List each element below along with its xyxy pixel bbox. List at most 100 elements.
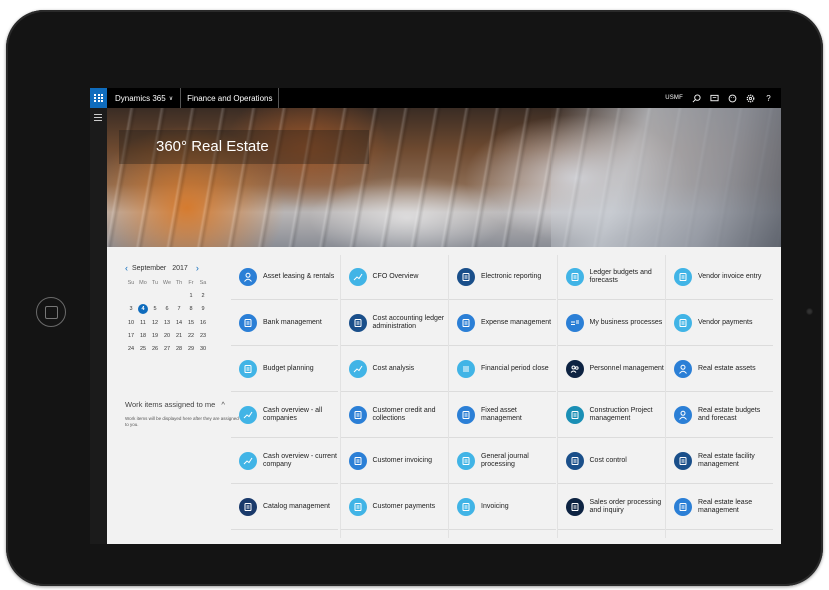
tile-customer-credit-and-collections[interactable]: Customer credit and collections xyxy=(340,393,448,438)
gear-icon[interactable] xyxy=(746,94,755,103)
calendar-day[interactable]: 7 xyxy=(173,305,185,313)
calendar-day[interactable]: 5 xyxy=(149,305,161,313)
calendar-day[interactable]: 15 xyxy=(185,319,197,327)
weekday-label: Su xyxy=(127,280,135,286)
calendar-day[interactable]: 16 xyxy=(197,319,209,327)
tile-vendor-invoice-entry[interactable]: Vendor invoice entry xyxy=(666,255,773,300)
tile-customer-invoicing[interactable]: Customer invoicing xyxy=(340,439,448,484)
lease-icon xyxy=(674,498,692,516)
tile-vendor-payments[interactable]: Vendor payments xyxy=(666,301,773,346)
work-items-header[interactable]: Work items assigned to me ^ xyxy=(125,400,225,409)
module-name[interactable]: Finance and Operations xyxy=(181,88,280,108)
calendar-day[interactable]: 27 xyxy=(161,345,173,353)
list-icon xyxy=(457,360,475,378)
tile-catalog-management[interactable]: Catalog management xyxy=(231,485,338,530)
tile-expense-management[interactable]: Expense management xyxy=(449,301,556,346)
calendar-day[interactable]: 1 xyxy=(185,292,197,300)
calendar-day[interactable]: 23 xyxy=(197,332,209,340)
tile-ledger-budgets-and-forecasts[interactable]: Ledger budgets and forecasts xyxy=(557,255,665,300)
tile-label: Electronic reporting xyxy=(481,273,542,280)
tile-label: Financial period close xyxy=(481,365,549,372)
calendar-day[interactable]: 11 xyxy=(137,319,149,327)
search-icon[interactable] xyxy=(692,93,701,103)
tile-sales-order-processing-and-inquiry[interactable]: Sales order processing and inquiry xyxy=(557,485,665,530)
weekday-label: Th xyxy=(175,280,183,286)
calendar-day[interactable]: 21 xyxy=(173,332,185,340)
calendar-day[interactable]: 30 xyxy=(197,345,209,353)
calendar-day[interactable]: 10 xyxy=(125,319,137,327)
payment-icon xyxy=(674,314,692,332)
tile-budget-planning[interactable]: Budget planning xyxy=(231,347,338,392)
home-button[interactable] xyxy=(36,297,66,327)
people-icon xyxy=(565,360,584,378)
calendar-prev-icon[interactable]: ‹ xyxy=(125,263,128,273)
calendar-day[interactable]: 6 xyxy=(161,305,173,313)
tile-invoicing[interactable]: Invoicing xyxy=(449,485,556,530)
calendar-day[interactable]: 26 xyxy=(149,345,161,353)
company-picker[interactable]: USMF xyxy=(665,95,683,101)
app-launcher-button[interactable] xyxy=(90,88,107,108)
tile-bank-management[interactable]: Bank management xyxy=(231,301,338,346)
calendar-day-empty xyxy=(125,292,137,300)
calendar-day[interactable]: 2 xyxy=(197,292,209,300)
invoice-icon xyxy=(457,498,475,516)
weekday-label: Mo xyxy=(139,280,147,286)
tile-cfo-overview[interactable]: CFO Overview xyxy=(340,255,448,300)
calendar-widget: ‹ September 2017 › Su Mo Tu We Th Fr Sa 1 2 3 4 5 6 7… xyxy=(125,263,225,353)
message-icon[interactable] xyxy=(710,94,719,103)
calendar-day-selected[interactable]: 4 xyxy=(138,304,148,314)
calendar-day[interactable]: 22 xyxy=(185,332,197,340)
tile-general-journal-processing[interactable]: General journal processing xyxy=(449,439,556,484)
tile-fixed-asset-management[interactable]: Fixed asset management xyxy=(449,393,556,438)
weekday-label: We xyxy=(162,280,172,286)
project-icon xyxy=(565,406,584,424)
calendar-day[interactable]: 20 xyxy=(161,332,173,340)
tile-cost-analysis[interactable]: Cost analysis xyxy=(340,347,448,392)
chevron-up-icon[interactable]: ^ xyxy=(221,400,225,409)
smiley-icon[interactable] xyxy=(728,94,737,103)
tile-real-estate-assets[interactable]: Real estate assets xyxy=(666,347,773,392)
calendar-day[interactable]: 14 xyxy=(173,319,185,327)
app-name: Dynamics 365 xyxy=(115,93,166,103)
tile-construction-project-management[interactable]: Construction Project management xyxy=(557,393,665,438)
calendar-day[interactable]: 24 xyxy=(125,345,137,353)
tile-label: Real estate assets xyxy=(698,365,756,372)
calendar-day[interactable]: 13 xyxy=(161,319,173,327)
calendar-day[interactable]: 9 xyxy=(197,305,209,313)
tile-cash-overview-all-companies[interactable]: Cash overview - all companies xyxy=(231,393,338,438)
tile-my-business-processes[interactable]: My business processes xyxy=(557,301,665,346)
tile-cash-overview-current-company[interactable]: Cash overview - current company xyxy=(231,439,338,484)
tile-real-estate-budgets-and-forecast[interactable]: Real estate budgets and forecast xyxy=(666,393,773,438)
catalog-icon xyxy=(239,498,257,516)
calendar-day[interactable]: 8 xyxy=(185,305,197,313)
calendar-day[interactable]: 17 xyxy=(125,332,137,340)
trend-icon xyxy=(348,360,367,378)
tile-real-estate-facility-management[interactable]: Real estate facility management xyxy=(666,439,773,484)
work-items-title: Work items assigned to me xyxy=(125,400,216,409)
tile-financial-period-close[interactable]: Financial period close xyxy=(449,347,556,392)
help-icon[interactable]: ? xyxy=(764,94,773,103)
calendar-day[interactable]: 12 xyxy=(149,319,161,327)
tile-cost-control[interactable]: Cost control xyxy=(557,439,665,484)
trend-icon xyxy=(239,406,257,424)
tile-electronic-reporting[interactable]: Electronic reporting xyxy=(449,255,556,300)
invoice-icon xyxy=(348,452,367,470)
calendar-next-icon[interactable]: › xyxy=(196,263,199,273)
calendar-year: 2017 xyxy=(172,264,188,272)
tile-customer-payments[interactable]: Customer payments xyxy=(340,485,448,530)
tile-cost-accounting-ledger-administration[interactable]: Cost accounting ledger administration xyxy=(340,301,448,346)
tile-label: Construction Project management xyxy=(589,407,653,422)
hamburger-menu-icon[interactable] xyxy=(94,114,102,123)
calendar-day[interactable]: 28 xyxy=(173,345,185,353)
calendar-day[interactable]: 25 xyxy=(137,345,149,353)
calendar-day[interactable]: 3 xyxy=(125,305,137,313)
calendar-day[interactable]: 29 xyxy=(185,345,197,353)
work-items-empty-text: Work items will be displayed here after … xyxy=(125,416,239,427)
calendar-day[interactable]: 18 xyxy=(137,332,149,340)
app-switcher[interactable]: Dynamics 365 ∨ xyxy=(107,88,182,108)
tile-personnel-management[interactable]: Personnel management xyxy=(557,347,665,392)
tile-real-estate-lease-management[interactable]: Real estate lease management xyxy=(666,485,773,530)
calendar-day[interactable]: 19 xyxy=(149,332,161,340)
tile-label: Customer credit and collections xyxy=(372,407,436,422)
tile-asset-leasing-rentals[interactable]: Asset leasing & rentals xyxy=(231,255,338,300)
